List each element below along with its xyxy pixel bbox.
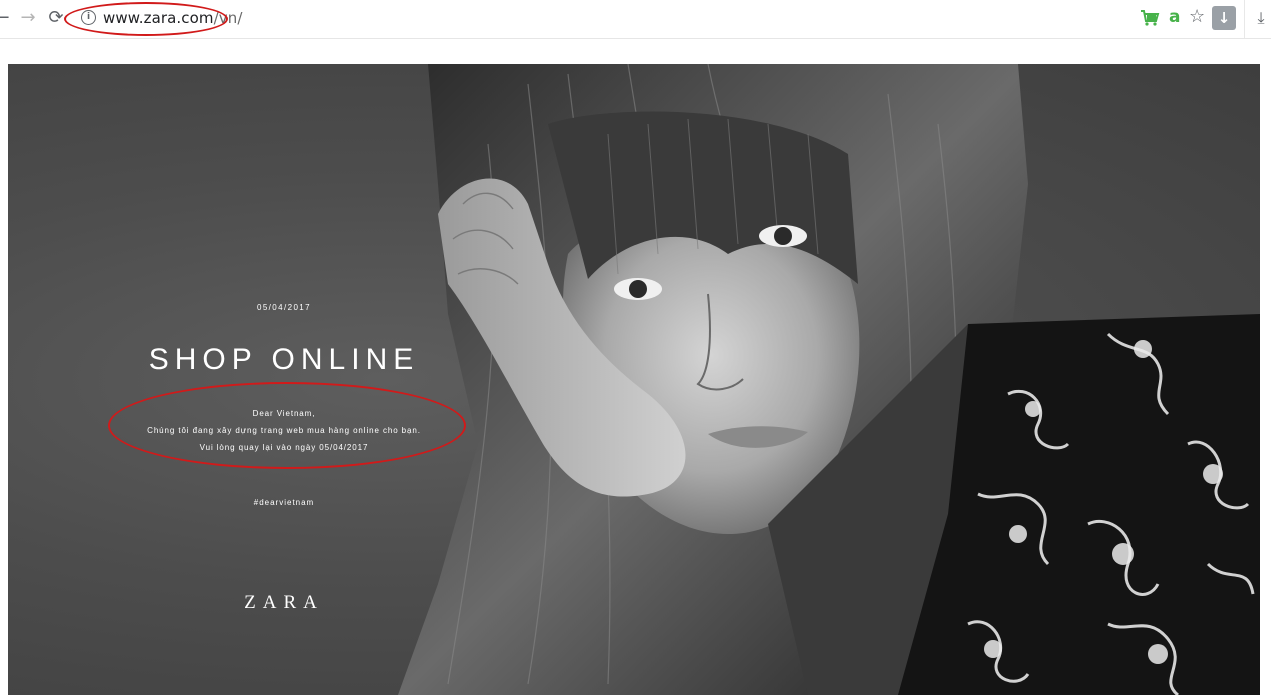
browser-toolbar: ← → ⟳ i www.zara.com/vn/ a ☆ ↓ ⤓ bbox=[0, 0, 1271, 39]
launch-date: 05/04/2017 bbox=[256, 303, 312, 312]
hero-headline: SHOP ONLINE bbox=[148, 343, 420, 376]
zara-logo[interactable]: ZARA bbox=[194, 592, 374, 614]
forward-icon[interactable]: → bbox=[18, 8, 38, 28]
extension-a-icon[interactable]: a bbox=[1169, 7, 1180, 27]
reload-icon[interactable]: ⟳ bbox=[46, 8, 66, 28]
hashtag[interactable]: #dearvietnam bbox=[221, 498, 347, 507]
message-highlight-annotation bbox=[108, 382, 466, 469]
back-icon[interactable]: ← bbox=[0, 8, 12, 28]
download-icon[interactable]: ⤓ bbox=[1252, 6, 1270, 30]
download-extension-icon[interactable]: ↓ bbox=[1212, 6, 1236, 30]
url-highlight-annotation bbox=[64, 2, 228, 36]
shopping-cart-icon[interactable] bbox=[1140, 9, 1160, 27]
toolbar-divider bbox=[1244, 0, 1245, 38]
bookmark-star-icon[interactable]: ☆ bbox=[1189, 6, 1205, 27]
hero-banner: 05/04/2017 SHOP ONLINE Dear Vietnam, Chú… bbox=[8, 64, 1260, 695]
